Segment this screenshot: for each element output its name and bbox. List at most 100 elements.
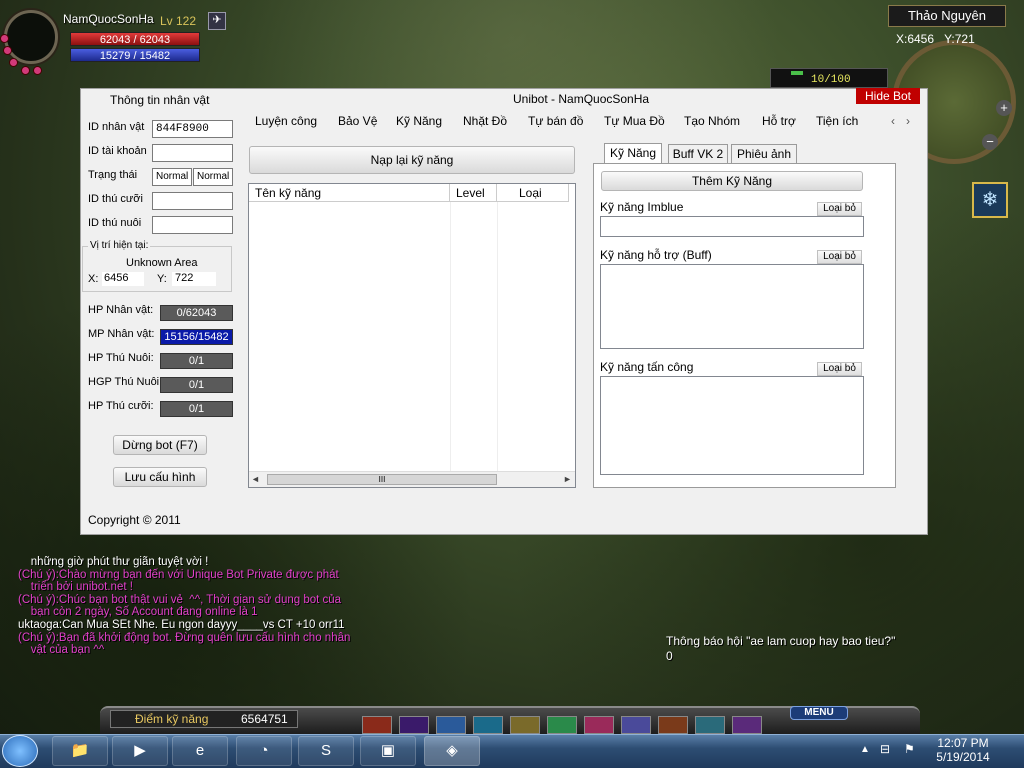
- hotbar: [310, 716, 762, 734]
- stat-value: 15156/15482: [160, 329, 233, 345]
- explorer-icon[interactable]: 📁: [52, 736, 108, 766]
- skill-list-table[interactable]: Tên kỹ năng Level Loại ◄ III ►: [248, 183, 576, 488]
- add-skill-button[interactable]: Thêm Kỹ Năng: [601, 171, 863, 191]
- menu-item-nhat-do[interactable]: Nhặt Đồ: [463, 114, 507, 128]
- snowflake-skill-icon[interactable]: ❄: [972, 182, 1008, 218]
- menu-scroll-left-icon[interactable]: ‹: [891, 114, 895, 128]
- game-menu-button[interactable]: MENU: [790, 706, 848, 720]
- mount-id-field[interactable]: [152, 192, 233, 210]
- start-button[interactable]: [2, 735, 38, 767]
- zoom-out-icon[interactable]: −: [982, 134, 998, 150]
- imblue-label: Kỹ năng Imblue: [600, 200, 684, 214]
- position-x-value: 6456: [102, 272, 144, 286]
- remove-imblue-button[interactable]: Loại bỏ: [817, 202, 862, 216]
- satellite-icon[interactable]: ✈: [208, 12, 226, 30]
- imblue-list[interactable]: [600, 216, 864, 237]
- reload-skills-button[interactable]: Nạp lại kỹ năng: [249, 146, 575, 174]
- chat-line: (Chú ý):Bạn đã khởi động bot. Đừng quên …: [18, 631, 351, 644]
- menu-item-bao-ve[interactable]: Bảo Vệ: [338, 114, 377, 128]
- hotbar-slot[interactable]: [732, 716, 762, 734]
- buff-dot: [9, 58, 18, 67]
- tab-phieu-anh[interactable]: Phiêu ảnh: [731, 144, 797, 164]
- remove-attack-button[interactable]: Loại bỏ: [817, 362, 862, 376]
- hotbar-slot[interactable]: [399, 716, 429, 734]
- xp-text: 10/100: [811, 74, 851, 86]
- menu-item-tao-nhom[interactable]: Tạo Nhóm: [684, 114, 740, 128]
- map-coords: X:6456 Y:721: [896, 32, 975, 46]
- player-hp-bar: 62043 / 62043: [70, 32, 200, 46]
- hotbar-slot[interactable]: [584, 716, 614, 734]
- pet-id-field[interactable]: [152, 216, 233, 234]
- horizontal-scrollbar[interactable]: ◄ III ►: [249, 471, 575, 487]
- chat-line: những giờ phút thư giãn tuyệt vời !: [18, 556, 209, 568]
- hotbar-slot[interactable]: [362, 716, 392, 734]
- player-mp-bar: 15279 / 15482: [70, 48, 200, 62]
- scroll-left-icon[interactable]: ◄: [251, 474, 260, 484]
- stop-bot-button[interactable]: Dừng bot (F7): [113, 435, 207, 455]
- network-icon[interactable]: ⊟: [880, 742, 890, 756]
- column-header-skill-name[interactable]: Tên kỹ năng: [249, 184, 450, 202]
- hotbar-slot[interactable]: [510, 716, 540, 734]
- menu-item-ky-nang[interactable]: Kỹ Năng: [396, 114, 442, 128]
- stat-label: HP Nhân vật:: [88, 304, 154, 316]
- hotbar-slot[interactable]: [658, 716, 688, 734]
- column-divider: [450, 202, 451, 471]
- account-id-label: ID tài khoản: [88, 145, 147, 157]
- column-divider: [497, 202, 498, 471]
- chat-line: triển bởi unibot.net !: [18, 581, 133, 594]
- buff-dot: [0, 34, 9, 43]
- hide-bot-button[interactable]: Hide Bot: [856, 88, 920, 104]
- player-name: NamQuocSonHa: [63, 12, 154, 26]
- position-y-label: Y:: [157, 273, 167, 285]
- scroll-thumb[interactable]: III: [267, 474, 497, 485]
- hotbar-slot[interactable]: [436, 716, 466, 734]
- menu-item-tien-ich[interactable]: Tiện ích: [816, 114, 858, 128]
- hotbar-slot[interactable]: [621, 716, 651, 734]
- skill-points-label: Điểm kỹ năng: [135, 712, 209, 726]
- game-window-icon[interactable]: ▣: [360, 736, 416, 766]
- app-icon-green[interactable]: ◔: [236, 736, 292, 766]
- system-clock[interactable]: 12:07 PM 5/19/2014: [930, 736, 996, 764]
- stat-label: HGP Thú Nuôi:: [88, 376, 163, 388]
- column-header-level[interactable]: Level: [450, 184, 497, 202]
- status-field-2[interactable]: Normal: [193, 168, 233, 186]
- tab-buff-vk2[interactable]: Buff VK 2: [668, 144, 728, 164]
- tab-ky-nang[interactable]: Kỹ Năng: [604, 143, 662, 163]
- position-area: Unknown Area: [126, 257, 198, 269]
- account-id-field[interactable]: [152, 144, 233, 162]
- zoom-in-icon[interactable]: +: [996, 100, 1012, 116]
- copyright-text: Copyright © 2011: [88, 513, 181, 527]
- menu-item-tu-ban-do[interactable]: Tự bán đồ: [528, 114, 583, 128]
- menu-item-ho-tro[interactable]: Hỗ trợ: [762, 114, 796, 128]
- buff-list[interactable]: [600, 264, 864, 349]
- attack-list[interactable]: [600, 376, 864, 475]
- menu-scroll-right-icon[interactable]: ›: [906, 114, 910, 128]
- internet-explorer-icon[interactable]: e: [172, 736, 228, 766]
- buff-label: Kỹ năng hỗ trợ (Buff): [600, 248, 712, 262]
- skype-icon[interactable]: S: [298, 736, 354, 766]
- stat-value: 0/1: [160, 353, 233, 369]
- tray-show-hidden-icon[interactable]: ▲: [860, 744, 870, 755]
- hotbar-slot[interactable]: [695, 716, 725, 734]
- flag-icon[interactable]: ⚑: [904, 742, 915, 756]
- menu-item-tu-mua-do[interactable]: Tự Mua Đồ: [604, 114, 665, 128]
- menu-item-luyen-cong[interactable]: Luyện công: [255, 114, 317, 128]
- skill-points-bar: Điểm kỹ năng 6564751: [110, 710, 298, 728]
- guild-notice-value: 0: [666, 649, 673, 663]
- scroll-right-icon[interactable]: ►: [563, 474, 572, 484]
- position-legend: Vị trí hiện tại:: [88, 240, 151, 251]
- remove-buff-button[interactable]: Loại bỏ: [817, 250, 862, 264]
- mount-id-label: ID thú cưỡi: [88, 193, 143, 205]
- position-y-value: 722: [172, 272, 216, 286]
- hotbar-slot[interactable]: [547, 716, 577, 734]
- unibot-window-icon[interactable]: ◈: [424, 736, 480, 766]
- player-portrait[interactable]: [4, 10, 58, 64]
- hotbar-slot[interactable]: [473, 716, 503, 734]
- status-field-1[interactable]: Normal: [152, 168, 192, 186]
- save-config-button[interactable]: Lưu cấu hình: [113, 467, 207, 487]
- window-title: Unibot - NamQuocSonHa: [513, 92, 650, 106]
- column-header-type[interactable]: Loại: [497, 184, 569, 202]
- buff-dot: [33, 66, 42, 75]
- media-player-icon[interactable]: ▶: [112, 736, 168, 766]
- chat-line: (Chú ý):Chào mừng bạn đến với Unique Bot…: [18, 568, 339, 581]
